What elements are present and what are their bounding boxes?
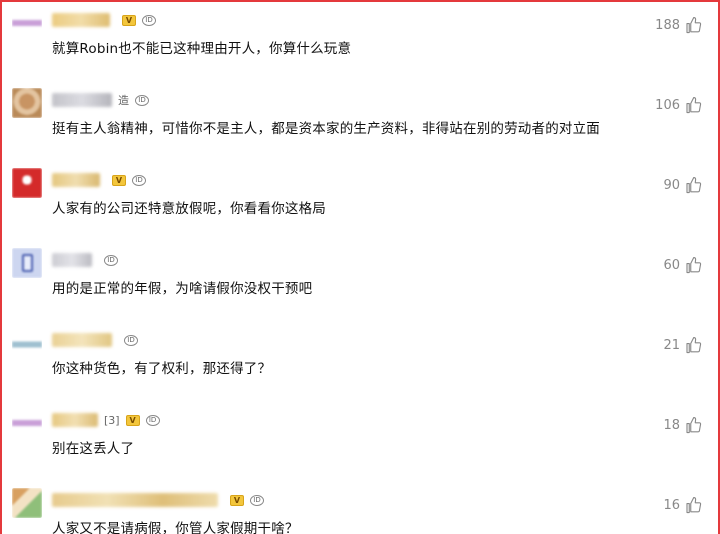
like-button[interactable]: 60 [663,256,702,274]
like-count: 90 [663,177,680,193]
comment-item: V ID 就算Robin也不能已这种理由开人，你算什么玩意 188 [2,0,718,80]
thumbs-up-icon [686,16,702,34]
avatar[interactable] [12,488,42,518]
like-button[interactable]: 188 [655,16,702,34]
comment-text: 挺有主人翁精神，可惜你不是主人，都是资本家的生产资料，非得站在别的劳动者的对立面 [52,121,600,137]
vip-badge-icon: V [230,494,244,506]
comment-item: 造 ID 挺有主人翁精神，可惜你不是主人，都是资本家的生产资料，非得站在别的劳动… [2,80,718,160]
vip-badge-icon: V [112,174,126,186]
id-badge-icon: ID [132,174,146,186]
username-blurred[interactable] [52,493,218,507]
avatar[interactable] [12,248,42,278]
comment-item: V ID 人家又不是请病假，你管人家假期干啥？ 16 [2,480,718,534]
id-badge-icon: ID [142,14,156,26]
like-button[interactable]: 16 [663,496,702,514]
comment-text: 人家有的公司还特意放假呢，你看看你这格局 [52,201,326,217]
username-suffix: 造 [118,94,129,107]
username-blurred[interactable] [52,413,98,427]
thumbs-up-icon [686,336,702,354]
username-blurred[interactable] [52,93,112,107]
username-blurred[interactable] [52,333,112,347]
like-count: 21 [663,337,680,353]
thumbs-up-icon [686,176,702,194]
id-badge-icon: ID [250,494,264,506]
thumbs-up-icon [686,256,702,274]
avatar[interactable] [12,408,42,438]
vip-badge-icon: V [125,414,140,426]
id-badge-icon: ID [124,334,138,346]
like-button[interactable]: 90 [663,176,702,194]
thumbs-up-icon [686,416,702,434]
id-badge-icon: ID [145,414,160,426]
avatar[interactable] [12,328,42,358]
like-button[interactable]: 106 [655,96,702,114]
comment-text: 你这种货色，有了权利，那还得了？ [52,361,272,377]
id-badge-icon: ID [135,94,149,106]
comment-item: ID 用的是正常的年假，为啥请假你没权干预吧 60 [2,240,718,320]
comment-text: 人家又不是请病假，你管人家假期干啥？ [52,521,299,534]
like-count: 18 [663,417,680,433]
vip-badge-icon: V [122,14,136,26]
username-suffix: [3] [104,413,120,427]
avatar[interactable] [12,88,42,118]
like-count: 16 [663,497,680,513]
like-count: 188 [655,17,680,33]
comment-item: ID 你这种货色，有了权利，那还得了？ 21 [2,320,718,400]
comment-text: 就算Robin也不能已这种理由开人，你算什么玩意 [52,41,352,57]
username-blurred[interactable] [52,13,110,27]
comment-text: 别在这丢人了 [52,441,135,457]
like-count: 106 [655,97,680,113]
comment-item: V ID 人家有的公司还特意放假呢，你看看你这格局 90 [2,160,718,240]
like-button[interactable]: 21 [663,336,702,354]
thumbs-up-icon [686,496,702,514]
id-badge-icon: ID [104,254,118,266]
comment-item: [3] V ID 别在这丢人了 18 [2,400,718,480]
like-count: 60 [663,257,680,273]
thumbs-up-icon [686,96,702,114]
avatar[interactable] [12,8,42,38]
username-blurred[interactable] [52,253,92,267]
like-button[interactable]: 18 [663,416,702,434]
comment-text: 用的是正常的年假，为啥请假你没权干预吧 [52,281,313,297]
username-blurred[interactable] [52,173,100,187]
avatar[interactable] [12,168,42,198]
